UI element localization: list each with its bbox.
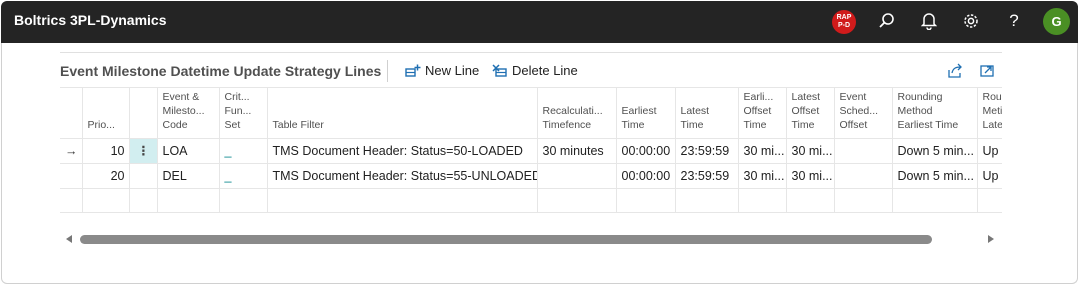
cell-rounding-latest[interactable]: Up — [977, 163, 1002, 189]
empty-new-row[interactable] — [60, 188, 1002, 212]
col-crit-fun[interactable]: Crit... Fun... Set — [219, 88, 268, 139]
col-rounding-earliest[interactable]: Rounding Method Earliest Time — [892, 88, 978, 139]
cell-priority[interactable]: 10 — [82, 138, 130, 164]
delete-line-label: Delete Line — [512, 63, 578, 78]
cell-event-code[interactable]: DEL — [157, 163, 220, 189]
cell-earliest-offset[interactable]: 30 mi... — [738, 138, 787, 164]
col-menu — [129, 88, 158, 139]
cell-latest-offset[interactable]: 30 mi... — [786, 163, 835, 189]
search-icon[interactable] — [876, 10, 898, 32]
bell-icon[interactable] — [918, 10, 940, 32]
cell-latest-time[interactable]: 23:59:59 — [675, 163, 739, 189]
new-line-label: New Line — [425, 63, 480, 78]
col-event-code[interactable]: Event & Milesto... Code — [157, 88, 220, 139]
title-separator — [387, 60, 388, 82]
col-earliest-time[interactable]: Earliest Time — [616, 88, 676, 139]
lines-grid: Prio... Event & Milesto... Code Crit... Fun… — [60, 87, 1002, 213]
delete-line-icon — [492, 63, 508, 78]
part-title[interactable]: Event Milestone Datetime Update Strategy… — [60, 63, 381, 79]
cell-table-filter[interactable]: TMS Document Header: Status=50-LOADED — [267, 138, 538, 164]
cell-rounding-latest[interactable]: Up — [977, 138, 1002, 164]
new-line-icon — [405, 64, 421, 78]
app-title[interactable]: Boltrics 3PL-Dynamics — [14, 12, 167, 28]
row-indicator — [60, 163, 83, 189]
col-recalc[interactable]: Recalculati... Timefence — [537, 88, 617, 139]
cell-recalc[interactable] — [537, 163, 617, 189]
horizontal-scrollbar[interactable] — [60, 229, 1002, 251]
app-topbar: Boltrics 3PL-Dynamics — [1, 1, 1078, 43]
cell-latest-offset[interactable]: 30 mi... — [786, 138, 835, 164]
cell-rounding-earliest[interactable]: Down 5 min... — [892, 138, 978, 164]
cell-event-code[interactable]: LOA — [157, 138, 220, 164]
scroll-right-arrow-icon[interactable] — [988, 235, 994, 243]
cell-crit-fun[interactable]: _ — [219, 138, 268, 164]
cell-event-sched[interactable] — [834, 163, 893, 189]
lines-table: Prio... Event & Milesto... Code Crit... Fun… — [60, 88, 1002, 212]
expand-icon[interactable] — [976, 60, 998, 82]
table-row[interactable]: 20 DEL _ TMS Document Header: Status=55-… — [60, 163, 1002, 189]
col-earliest-offset[interactable]: Earli... Offset Time — [738, 88, 787, 139]
cell-priority[interactable]: 20 — [82, 163, 130, 189]
row-menu[interactable] — [129, 163, 158, 189]
scroll-left-arrow-icon[interactable] — [66, 235, 72, 243]
cell-earliest-time[interactable]: 00:00:00 — [616, 138, 676, 164]
environment-badge[interactable]: RAP P-D — [832, 10, 856, 34]
col-rounding-latest[interactable]: RourMetiLate — [977, 88, 1002, 139]
cell-crit-fun[interactable]: _ — [219, 163, 268, 189]
cell-latest-time[interactable]: 23:59:59 — [675, 138, 739, 164]
badge-line-1: RAP — [836, 14, 852, 21]
col-latest-offset[interactable]: Latest Offset Time — [786, 88, 835, 139]
row-indicator-arrow-icon: → — [60, 138, 83, 164]
delete-line-button[interactable]: Delete Line — [492, 63, 578, 78]
cell-earliest-offset[interactable]: 30 mi... — [738, 163, 787, 189]
new-line-button[interactable]: New Line — [405, 63, 479, 78]
col-indicator — [60, 88, 83, 139]
col-latest-time[interactable]: Latest Time — [675, 88, 739, 139]
gear-icon[interactable] — [960, 10, 982, 32]
col-event-sched[interactable]: Event Sched... Offset — [834, 88, 893, 139]
col-table-filter[interactable]: Table Filter — [267, 88, 538, 139]
cell-earliest-time[interactable]: 00:00:00 — [616, 163, 676, 189]
help-icon[interactable]: ? — [1003, 10, 1025, 32]
cell-recalc[interactable]: 30 minutes — [537, 138, 617, 164]
badge-line-2: P-D — [837, 22, 851, 29]
user-avatar[interactable]: G — [1043, 8, 1070, 35]
col-priority[interactable]: Prio... — [82, 88, 130, 139]
header-row: Prio... Event & Milesto... Code Crit... Fun… — [60, 88, 1002, 139]
part-divider — [60, 52, 1002, 53]
table-row[interactable]: → 10 ⋮ LOA _ TMS Document Header: Status… — [60, 138, 1002, 164]
cell-table-filter[interactable]: TMS Document Header: Status=55-UNLOADED — [267, 163, 538, 189]
cell-rounding-earliest[interactable]: Down 5 min... — [892, 163, 978, 189]
share-icon[interactable] — [944, 60, 966, 82]
cell-event-sched[interactable] — [834, 138, 893, 164]
scrollbar-thumb[interactable] — [80, 235, 932, 244]
row-menu-icon[interactable]: ⋮ — [129, 138, 158, 164]
